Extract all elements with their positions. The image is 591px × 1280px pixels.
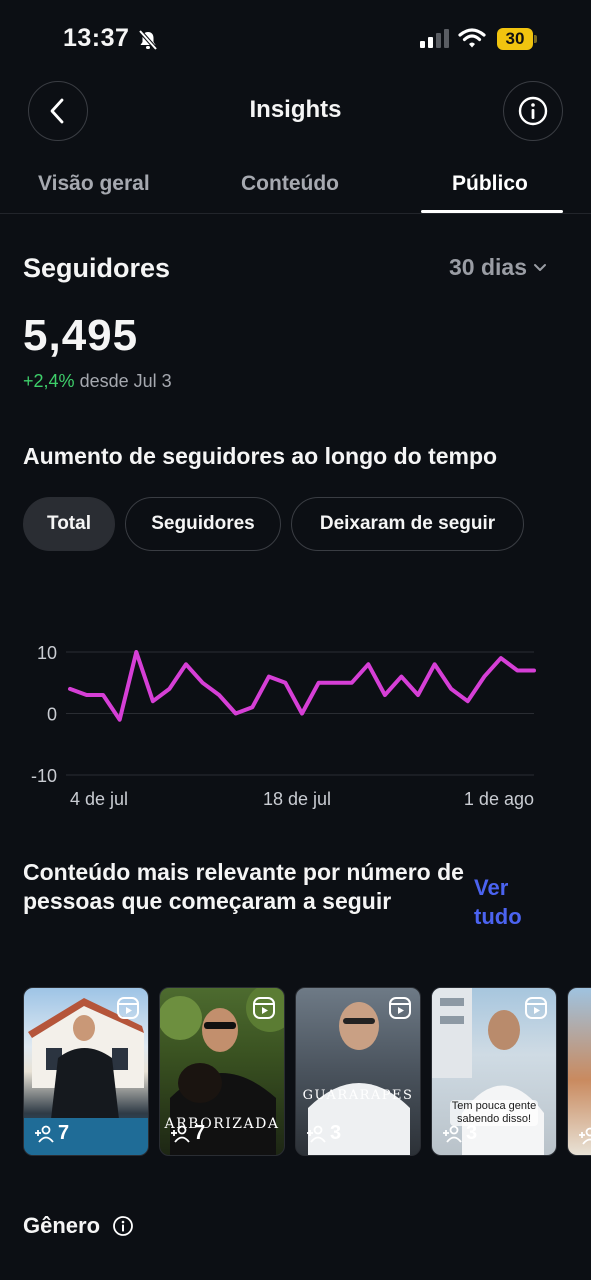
- new-followers-count: 3: [306, 1122, 341, 1145]
- cellular-signal-icon: [420, 28, 449, 48]
- new-followers-count: 7: [34, 1122, 69, 1145]
- y-tick-label: 0: [47, 705, 57, 725]
- tab-bar: Visão geral Conteúdo Público: [0, 160, 591, 214]
- add-person-icon: [35, 1125, 54, 1143]
- bell-muted-icon: [137, 29, 159, 56]
- content-thumbnail[interactable]: [567, 987, 591, 1156]
- content-thumbnail[interactable]: 7: [23, 987, 149, 1156]
- info-icon: [518, 96, 548, 126]
- growth-section-title: Aumento de seguidores ao longo do tempo: [23, 443, 498, 469]
- battery-indicator: 30: [497, 28, 537, 50]
- see-all-link[interactable]: Ver tudo: [474, 873, 544, 931]
- wifi-icon: [458, 27, 486, 54]
- x-tick-label: 4 de jul: [70, 789, 128, 809]
- new-followers-count: [578, 1127, 591, 1145]
- tab-audience[interactable]: Público: [452, 172, 528, 196]
- period-label: 30 dias: [449, 254, 527, 280]
- content-thumbnail[interactable]: ARBORIZADA 7: [159, 987, 285, 1156]
- reel-icon: [388, 996, 412, 1025]
- x-tick-label: 18 de jul: [263, 789, 331, 809]
- gender-title: Gênero: [23, 1213, 101, 1238]
- y-tick-label: 10: [37, 643, 57, 663]
- thumbnail-caption: GUARARAPES: [302, 1088, 414, 1103]
- add-person-icon: [443, 1125, 462, 1143]
- reel-icon: [116, 996, 140, 1025]
- followers-title: Seguidores: [23, 253, 171, 283]
- followers-growth: +2,4% desde Jul 3: [23, 371, 172, 392]
- chevron-down-icon: [534, 263, 546, 271]
- battery-level: 30: [505, 29, 525, 48]
- tab-overview[interactable]: Visão geral: [38, 172, 150, 196]
- info-button[interactable]: [503, 81, 563, 141]
- growth-since: desde Jul 3: [79, 371, 172, 391]
- chart-series-line: [68, 650, 536, 722]
- content-thumbnail[interactable]: Tem pouca gente sabendo disso! 3: [431, 987, 557, 1156]
- reel-icon: [524, 996, 548, 1025]
- tab-content[interactable]: Conteúdo: [241, 172, 339, 196]
- add-person-icon: [579, 1127, 591, 1145]
- status-time: 13:37: [63, 24, 130, 52]
- content-carousel: 7 ARBORIZADA 7 GUARARAPES 3 Tem pouca ge…: [23, 987, 591, 1157]
- info-icon[interactable]: [112, 1215, 134, 1237]
- new-followers-count: 3: [442, 1122, 477, 1145]
- chip-total[interactable]: Total: [23, 497, 115, 551]
- top-content-title: Conteúdo mais relevante por número de pe…: [23, 859, 464, 914]
- y-tick-label: -10: [31, 766, 57, 786]
- growth-percent: +2,4%: [23, 371, 75, 391]
- period-dropdown[interactable]: 30 dias: [449, 254, 547, 281]
- followers-line-chart: 10 0 -10 4 de jul 18 de jul 1 de ago: [31, 643, 536, 809]
- add-person-icon: [171, 1125, 190, 1143]
- chip-unfollowed[interactable]: Deixaram de seguir: [291, 497, 524, 551]
- x-tick-label: 1 de ago: [464, 789, 534, 809]
- gender-section-header: Gênero: [23, 1213, 134, 1239]
- new-followers-count: 7: [170, 1122, 205, 1145]
- followers-count: 5,495: [23, 311, 139, 360]
- reel-icon: [252, 996, 276, 1025]
- status-bar: 13:37 30: [0, 0, 591, 80]
- chip-followers[interactable]: Seguidores: [125, 497, 281, 551]
- content-thumbnail[interactable]: GUARARAPES 3: [295, 987, 421, 1156]
- add-person-icon: [307, 1125, 326, 1143]
- active-tab-indicator: [421, 210, 563, 213]
